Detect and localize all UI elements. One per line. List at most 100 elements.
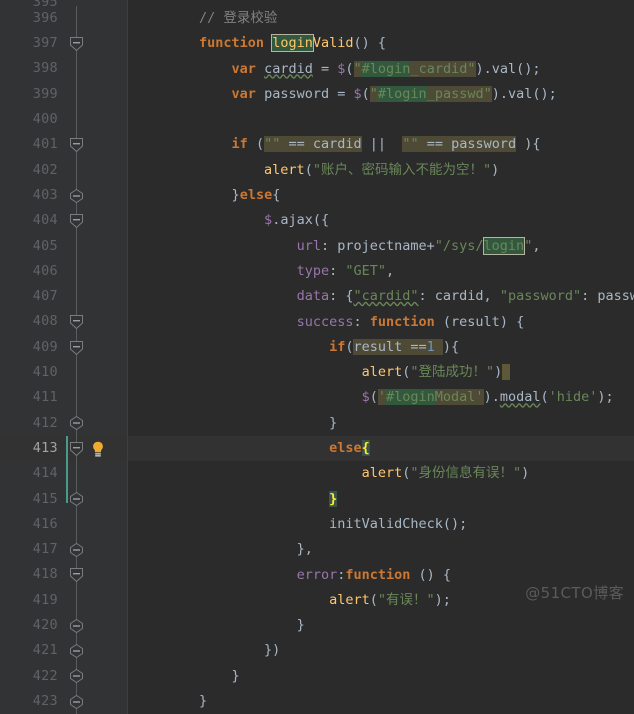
fold-column[interactable]	[62, 562, 92, 588]
fold-region-start-icon[interactable]	[70, 340, 83, 355]
gutter[interactable]: 403	[0, 183, 128, 209]
fold-column[interactable]	[62, 587, 92, 614]
code-row[interactable]: 421 })	[0, 638, 634, 664]
gutter[interactable]: 423	[0, 689, 128, 714]
vcs-change-marker[interactable]	[66, 486, 68, 503]
gutter[interactable]: 415	[0, 486, 128, 512]
fold-region-start-icon[interactable]	[70, 36, 83, 51]
fold-column[interactable]	[62, 233, 92, 259]
fold-collapse-icon[interactable]	[70, 694, 83, 709]
code-row[interactable]: 416 initValidCheck();	[0, 511, 634, 538]
code-line[interactable]: var password = $("#login_passwd").val();	[128, 81, 634, 108]
code-row[interactable]: 414 alert("身份信息有误！")	[0, 461, 634, 488]
gutter[interactable]: 396	[0, 6, 128, 32]
code-line[interactable]: success: function (result) {	[128, 309, 634, 335]
gutter[interactable]: 411	[0, 385, 128, 411]
code-line[interactable]: }else{	[128, 183, 634, 209]
gutter[interactable]: 405	[0, 233, 128, 259]
fold-column[interactable]	[62, 689, 92, 714]
fold-region-start-icon[interactable]	[70, 568, 83, 583]
gutter[interactable]: 417	[0, 537, 128, 563]
fold-column[interactable]	[62, 284, 92, 310]
gutter[interactable]: 407	[0, 284, 128, 310]
gutter[interactable]: 406	[0, 258, 128, 285]
code-row[interactable]: 400	[0, 107, 634, 133]
fold-collapse-icon[interactable]	[70, 542, 83, 557]
fold-region-start-icon[interactable]	[70, 315, 83, 330]
gutter[interactable]: 413	[0, 436, 128, 513]
code-line[interactable]: alert("身份信息有误！")	[128, 461, 634, 487]
code-row-current[interactable]: 413 else{	[0, 436, 634, 513]
fold-column[interactable]	[62, 309, 92, 335]
code-line[interactable]: var cardid = $("#login_cardid").val();	[128, 56, 634, 82]
fold-collapse-icon[interactable]	[70, 644, 83, 659]
gutter[interactable]: 412	[0, 410, 128, 437]
code-row[interactable]: 404 $.ajax({	[0, 208, 634, 234]
fold-column[interactable]	[62, 663, 92, 690]
fold-column[interactable]	[62, 31, 92, 57]
code-row[interactable]: 402 alert("账户、密码输入不能为空！")	[0, 157, 634, 184]
code-line[interactable]: }	[128, 613, 634, 639]
fold-collapse-icon[interactable]	[70, 416, 83, 431]
fold-column[interactable]	[62, 638, 92, 664]
gutter[interactable]: 410	[0, 360, 128, 386]
gutter[interactable]: 422	[0, 663, 128, 690]
code-row[interactable]: 418 error:function () {	[0, 562, 634, 588]
gutter[interactable]: 397	[0, 31, 128, 57]
fold-column[interactable]	[62, 132, 92, 158]
code-line[interactable]: url: projectname+"/sys/login",	[128, 233, 634, 259]
code-row[interactable]: 407 data: {"cardid": cardid, "password":…	[0, 284, 634, 310]
code-row[interactable]: 411 $('#loginModal').modal('hide');	[0, 385, 634, 411]
code-row[interactable]: 398 var cardid = $("#login_cardid").val(…	[0, 56, 634, 82]
code-row[interactable]: 419 alert("有误！");	[0, 587, 634, 614]
code-line[interactable]: error:function () {	[128, 562, 634, 588]
code-line[interactable]: }	[128, 410, 634, 437]
code-row[interactable]: 406 type: "GET",	[0, 258, 634, 285]
code-line[interactable]: type: "GET",	[128, 258, 634, 285]
code-line[interactable]: data: {"cardid": cardid, "password": pas…	[128, 284, 634, 310]
code-line[interactable]: alert("账户、密码输入不能为空！")	[128, 157, 634, 184]
code-line[interactable]: }	[128, 663, 634, 690]
code-row[interactable]: 417 },	[0, 537, 634, 563]
gutter[interactable]: 398	[0, 56, 128, 82]
code-row[interactable]: 405 url: projectname+"/sys/login",	[0, 233, 634, 259]
code-line[interactable]: }	[128, 486, 634, 512]
code-line[interactable]: else{	[128, 436, 634, 462]
code-row[interactable]: 403 }else{	[0, 183, 634, 209]
fold-collapse-icon[interactable]	[70, 188, 83, 203]
fold-column[interactable]	[62, 360, 92, 386]
code-row[interactable]: 415 }	[0, 486, 634, 512]
code-line[interactable]: },	[128, 537, 634, 563]
code-row[interactable]: 412 }	[0, 410, 634, 437]
fold-column[interactable]	[62, 157, 92, 184]
code-row[interactable]: 408 success: function (result) {	[0, 309, 634, 335]
code-line[interactable]: // 登录校验	[128, 6, 634, 32]
gutter[interactable]: 419	[0, 587, 128, 614]
code-line[interactable]: })	[128, 638, 634, 664]
code-editor[interactable]: 395 396 // 登录校验 397 functio	[0, 0, 634, 714]
fold-column[interactable]	[62, 334, 92, 361]
gutter[interactable]: 418	[0, 562, 128, 588]
gutter[interactable]: 420	[0, 613, 128, 639]
code-line[interactable]: $.ajax({	[128, 208, 634, 234]
gutter[interactable]: 404	[0, 208, 128, 234]
fold-column[interactable]	[62, 6, 92, 32]
code-line[interactable]: }	[128, 689, 634, 714]
fold-column[interactable]	[62, 107, 92, 133]
code-line[interactable]: if ("" == cardid || "" == password ){	[128, 132, 634, 158]
code-row[interactable]: 397 function loginValid() {	[0, 31, 634, 57]
code-line[interactable]: function loginValid() {	[128, 31, 634, 57]
code-line[interactable]	[128, 107, 634, 133]
gutter[interactable]: 414	[0, 461, 128, 488]
gutter[interactable]: 402	[0, 157, 128, 184]
fold-column[interactable]	[62, 56, 92, 82]
fold-column[interactable]	[62, 410, 92, 437]
code-row[interactable]: 409 if(result ==1 ){	[0, 334, 634, 361]
fold-collapse-icon[interactable]	[70, 669, 83, 684]
gutter[interactable]: 416	[0, 511, 128, 538]
fold-region-start-icon[interactable]	[70, 441, 83, 456]
gutter[interactable]: 399	[0, 81, 128, 108]
code-row[interactable]: 399 var password = $("#login_passwd").va…	[0, 81, 634, 108]
fold-region-start-icon[interactable]	[70, 138, 83, 153]
code-line[interactable]: alert("登陆成功！")	[128, 360, 634, 386]
